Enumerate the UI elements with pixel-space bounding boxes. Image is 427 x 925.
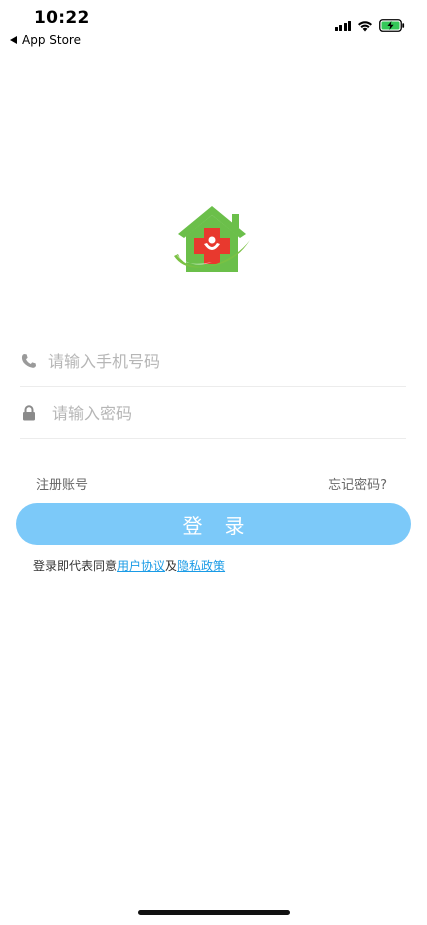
privacy-policy-link[interactable]: 隐私政策: [177, 559, 225, 573]
status-time: 10:22: [34, 8, 90, 28]
forgot-password-link[interactable]: 忘记密码?: [328, 474, 387, 493]
password-field: [20, 388, 406, 439]
status-icons: [334, 19, 406, 32]
status-bar: 10:22 App Store: [0, 0, 427, 52]
back-to-app-store[interactable]: App Store: [10, 33, 81, 47]
wifi-icon: [358, 20, 372, 31]
medical-home-logo-icon: [174, 206, 250, 272]
phone-icon: [20, 352, 38, 370]
login-button[interactable]: 登录: [16, 503, 411, 545]
password-input[interactable]: [52, 403, 372, 423]
signal-icon: [334, 20, 351, 31]
back-arrow-icon: [10, 36, 17, 44]
phone-field: [20, 336, 406, 387]
account-links: 注册账号 忘记密码?: [36, 474, 387, 493]
user-agreement-link[interactable]: 用户协议: [117, 559, 165, 573]
register-link[interactable]: 注册账号: [36, 474, 88, 493]
lock-icon: [20, 404, 38, 422]
back-label: App Store: [22, 33, 81, 47]
agreement-prefix: 登录即代表同意: [33, 559, 118, 573]
battery-charging-icon: [379, 19, 405, 32]
home-indicator: [138, 910, 290, 915]
agreement-text: 登录即代表同意用户协议及隐私政策: [33, 557, 225, 574]
agreement-and: 及: [165, 559, 178, 573]
phone-input[interactable]: [48, 351, 368, 371]
